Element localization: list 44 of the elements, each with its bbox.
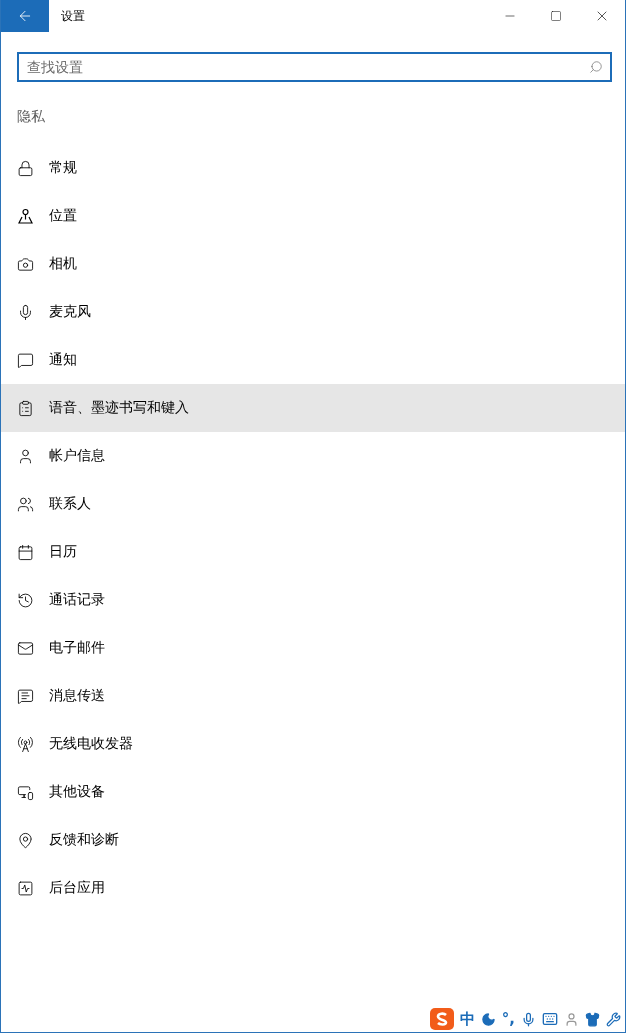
- radio-tower-icon: [17, 735, 34, 753]
- microphone-icon[interactable]: [521, 1011, 536, 1027]
- nav-item[interactable]: 常规: [1, 144, 625, 192]
- punctuation-button[interactable]: °,: [501, 1010, 515, 1028]
- nav-item[interactable]: 其他设备: [1, 768, 625, 816]
- back-arrow-icon: [17, 8, 33, 24]
- nav-item[interactable]: 日历: [1, 528, 625, 576]
- input-mode-button[interactable]: 中: [459, 1009, 475, 1029]
- nav-item[interactable]: 消息传送: [1, 672, 625, 720]
- nav-item[interactable]: 通话记录: [1, 576, 625, 624]
- search-icon: [589, 60, 603, 74]
- people-icon: [17, 495, 34, 513]
- nav-item[interactable]: 位置: [1, 192, 625, 240]
- search-field[interactable]: 查找设置: [17, 52, 612, 82]
- person-pin-icon: [17, 207, 34, 225]
- camera-icon: [17, 255, 34, 273]
- nav-item[interactable]: 麦克风: [1, 288, 625, 336]
- section-heading: 隐私: [17, 108, 46, 126]
- nav-item[interactable]: 相机: [1, 240, 625, 288]
- speech-bubble-icon: [17, 351, 34, 369]
- nav-item[interactable]: 通知: [1, 336, 625, 384]
- nav-item[interactable]: 语音、墨迹书写和键入: [1, 384, 625, 432]
- microphone-icon: [17, 303, 34, 321]
- history-icon: [17, 591, 34, 609]
- nav-item[interactable]: 联系人: [1, 480, 625, 528]
- nav-item[interactable]: 无线电收发器: [1, 720, 625, 768]
- wrench-icon[interactable]: [606, 1011, 621, 1027]
- devices-icon: [17, 783, 34, 801]
- moon-icon[interactable]: [480, 1011, 496, 1027]
- activity-icon: [17, 879, 34, 897]
- lock-icon: [17, 159, 34, 177]
- calendar-icon: [17, 543, 34, 561]
- nav-item[interactable]: 电子邮件: [1, 624, 625, 672]
- nav-item[interactable]: 后台应用: [1, 864, 625, 912]
- shirt-icon[interactable]: [585, 1011, 600, 1027]
- maximize-icon: [550, 10, 562, 22]
- nav-item[interactable]: 帐户信息: [1, 432, 625, 480]
- window-title: 设置: [61, 7, 86, 25]
- person-icon[interactable]: [564, 1011, 579, 1027]
- mail-icon: [17, 639, 34, 657]
- nav-item[interactable]: 反馈和诊断: [1, 816, 625, 864]
- message-icon: [17, 687, 34, 705]
- clipboard-icon: [17, 399, 34, 417]
- keyboard-icon[interactable]: [542, 1011, 558, 1027]
